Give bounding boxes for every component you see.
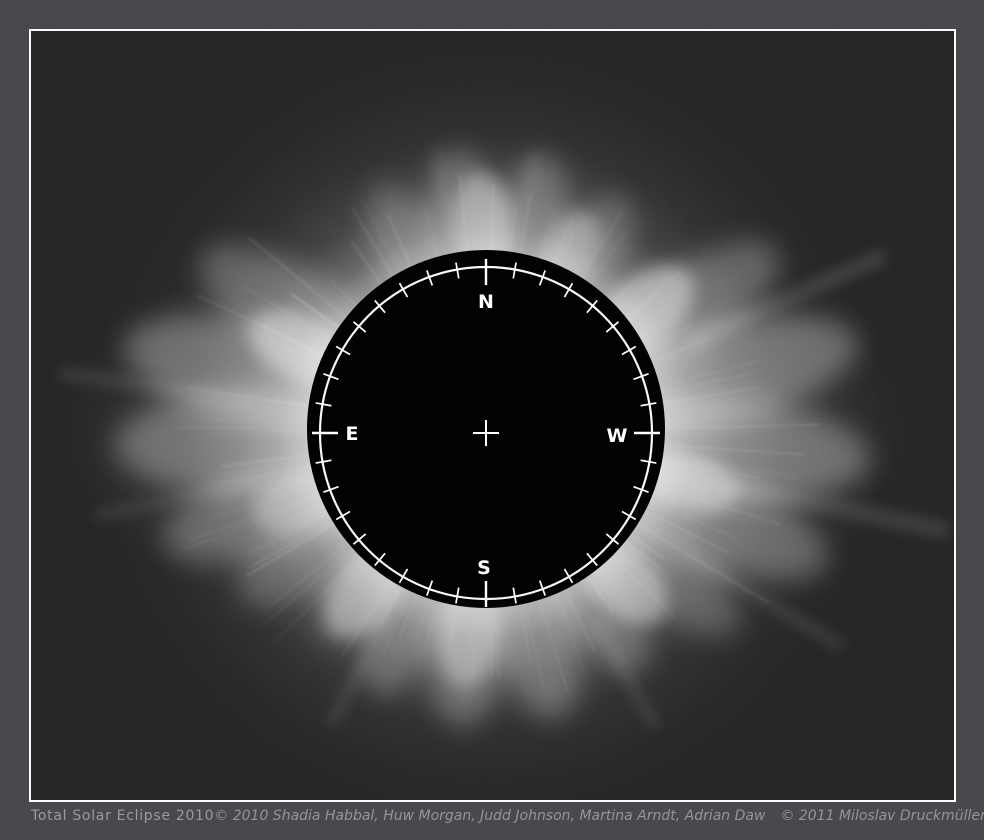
caption-title: Total Solar Eclipse 2010	[31, 808, 214, 824]
caption-credit-processing: © 2011 Miloslav Druckmüller	[780, 808, 984, 824]
caption-credits: © 2010 Shadia Habbal, Huw Morgan, Judd J…	[214, 808, 984, 824]
eclipse-photo: N E W S	[31, 31, 954, 800]
compass-label-south: S	[477, 557, 491, 579]
eclipse-photo-frame: N E W S	[29, 29, 956, 802]
compass-label-west: W	[607, 425, 628, 447]
compass-label-east: E	[346, 423, 359, 445]
caption-bar: Total Solar Eclipse 2010 © 2010 Shadia H…	[31, 808, 954, 832]
compass-label-north: N	[478, 291, 494, 313]
caption-credit-image: © 2010 Shadia Habbal, Huw Morgan, Judd J…	[214, 808, 765, 824]
